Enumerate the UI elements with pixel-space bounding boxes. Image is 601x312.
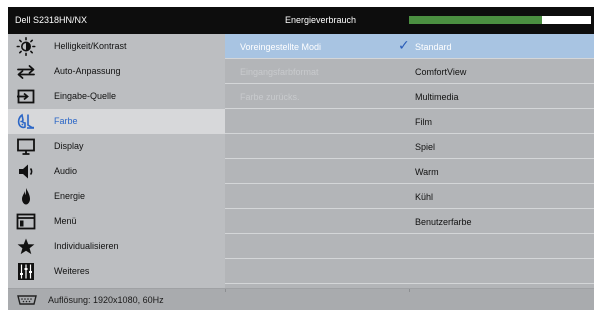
sidebar-item-audio[interactable]: Audio bbox=[8, 159, 225, 184]
option-row: Farbe zurücks. Multimedia bbox=[225, 84, 594, 109]
sidebar-item-brightness-contrast[interactable]: Helligkeit/Kontrast bbox=[8, 34, 225, 59]
sidebar-item-input-source[interactable]: Eingabe-Quelle bbox=[8, 84, 225, 109]
sidebar-item-label: Display bbox=[54, 141, 84, 151]
option-row: Kühl bbox=[225, 184, 594, 209]
preset-mode-standard[interactable]: Standard bbox=[415, 42, 452, 52]
footer-divider bbox=[225, 289, 226, 292]
option-row: Benutzerfarbe bbox=[225, 209, 594, 234]
reset-color-option: Farbe zurücks. bbox=[240, 92, 300, 102]
preset-mode-custom-color[interactable]: Benutzerfarbe bbox=[415, 217, 472, 227]
power-leaf-icon bbox=[22, 188, 30, 205]
row-divider bbox=[225, 283, 594, 284]
speaker-icon bbox=[19, 164, 33, 179]
sidebar-item-display[interactable]: Display bbox=[8, 134, 225, 159]
sidebar-item-label: Eingabe-Quelle bbox=[54, 91, 117, 101]
sidebar-item-auto-adjust[interactable]: Auto-Anpassung bbox=[8, 59, 225, 84]
option-row: Voreingestellte Modi ✓ Standard bbox=[225, 34, 594, 59]
energy-usage-meter bbox=[409, 16, 591, 24]
vga-connector-icon bbox=[17, 295, 37, 305]
option-row: Film bbox=[225, 109, 594, 134]
sidebar-item-label: Individualisieren bbox=[54, 241, 119, 251]
resolution-readout: Auflösung: 1920x1080, 60Hz bbox=[48, 295, 164, 305]
sidebar-menu: Helligkeit/Kontrast Auto-Anpassung Einga… bbox=[8, 34, 225, 288]
monitor-model: Dell S2318HN/NX bbox=[15, 15, 88, 25]
monitor-icon bbox=[17, 138, 35, 155]
sidebar-item-label: Audio bbox=[54, 166, 78, 176]
preset-modes-option[interactable]: Voreingestellte Modi bbox=[240, 42, 321, 52]
preset-mode-multimedia[interactable]: Multimedia bbox=[415, 92, 459, 102]
brightness-icon bbox=[16, 37, 36, 56]
option-row: Eingangsfarbformat ComfortView bbox=[225, 59, 594, 84]
color-submenu: Voreingestellte Modi ✓ Standard Eingangs… bbox=[225, 34, 594, 288]
preset-mode-warm[interactable]: Warm bbox=[415, 167, 439, 177]
sidebar-item-label: Energie bbox=[54, 191, 86, 201]
sidebar-item-label: Farbe bbox=[54, 116, 78, 126]
star-icon bbox=[17, 238, 35, 255]
sidebar-item-energy[interactable]: Energie bbox=[8, 184, 225, 209]
option-row: Warm bbox=[225, 159, 594, 184]
preset-mode-game[interactable]: Spiel bbox=[415, 142, 435, 152]
menu-icon bbox=[16, 213, 36, 230]
preset-mode-cool[interactable]: Kühl bbox=[415, 192, 433, 202]
color-palette-icon bbox=[17, 113, 34, 129]
preset-mode-movie[interactable]: Film bbox=[415, 117, 432, 127]
energy-usage-label: Energieverbrauch bbox=[285, 15, 357, 25]
sidebar-item-menu[interactable]: Menü bbox=[8, 209, 225, 234]
option-row: Spiel bbox=[225, 134, 594, 159]
input-source-icon bbox=[17, 89, 35, 104]
sidebar-item-others[interactable]: Weiteres bbox=[8, 259, 225, 284]
sidebar-item-color[interactable]: Farbe bbox=[8, 109, 225, 134]
osd-header: Dell S2318HN/NX Energieverbrauch bbox=[8, 7, 594, 34]
sidebar-item-label: Weiteres bbox=[54, 266, 90, 276]
energy-usage-fill bbox=[409, 16, 542, 24]
option-row bbox=[225, 234, 594, 259]
sidebar-item-label: Helligkeit/Kontrast bbox=[54, 41, 127, 51]
sliders-icon bbox=[18, 263, 34, 280]
auto-adjust-icon bbox=[17, 65, 35, 79]
sidebar-item-label: Auto-Anpassung bbox=[54, 66, 121, 76]
sidebar-item-label: Menü bbox=[54, 216, 77, 226]
sidebar-item-personalize[interactable]: Individualisieren bbox=[8, 234, 225, 259]
status-footer: Auflösung: 1920x1080, 60Hz bbox=[8, 288, 594, 310]
osd-menu: Dell S2318HN/NX Energieverbrauch Helligk… bbox=[8, 7, 594, 310]
footer-divider bbox=[409, 289, 410, 292]
preset-mode-comfortview[interactable]: ComfortView bbox=[415, 67, 466, 77]
option-row bbox=[225, 259, 594, 284]
input-color-format-option: Eingangsfarbformat bbox=[240, 67, 319, 77]
checkmark-icon: ✓ bbox=[398, 37, 410, 53]
